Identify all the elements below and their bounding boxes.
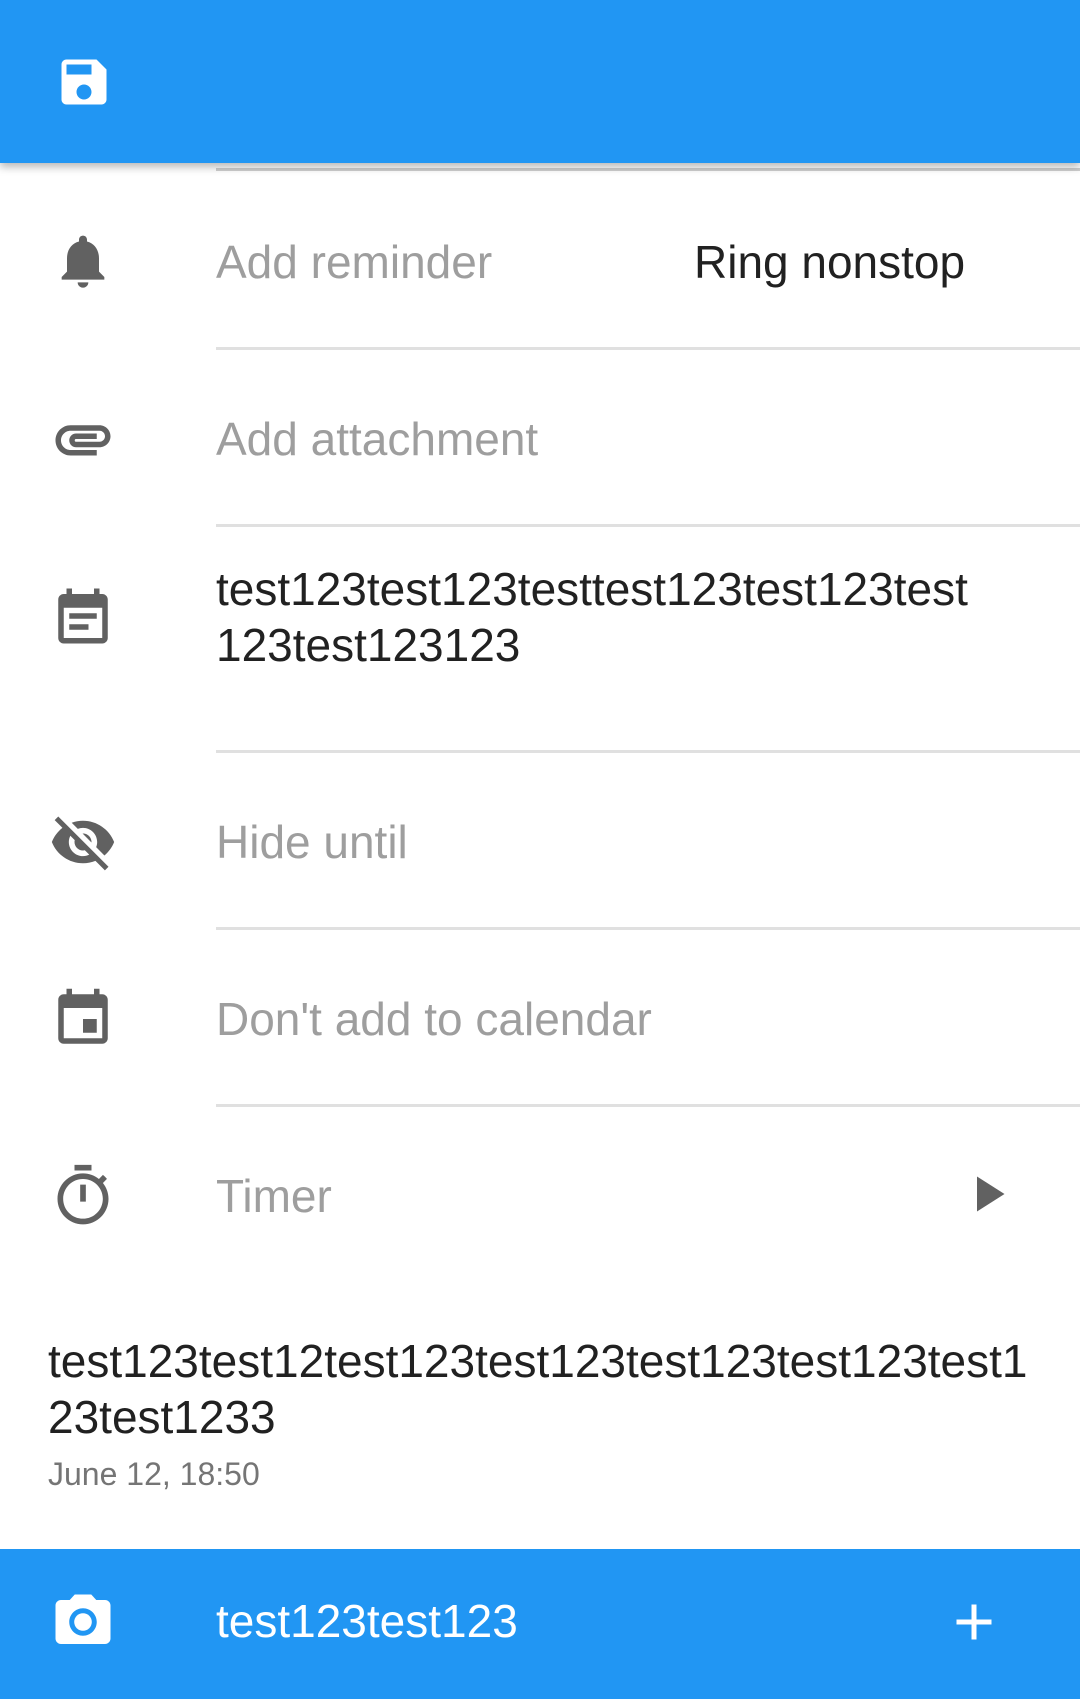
attachment-row[interactable]: Add attachment xyxy=(0,350,1080,527)
play-icon xyxy=(957,1164,1017,1229)
timer-label[interactable]: Timer xyxy=(216,1169,332,1223)
bell-icon xyxy=(47,225,119,297)
calendar-row[interactable]: Don't add to calendar xyxy=(0,930,1080,1107)
reminder-mode-selector[interactable]: Ring nonstop xyxy=(694,235,965,289)
description-row[interactable]: test123test123testtest123test123test123t… xyxy=(0,527,1080,753)
camera-button[interactable] xyxy=(47,1588,119,1660)
calendar-icon xyxy=(47,983,119,1055)
calendar-label[interactable]: Don't add to calendar xyxy=(216,992,652,1046)
timer-play-button[interactable] xyxy=(951,1160,1023,1232)
reminder-row[interactable]: Add reminder Ring nonstop xyxy=(0,173,1080,350)
add-comment-button[interactable] xyxy=(938,1588,1010,1660)
hide-until-label[interactable]: Hide until xyxy=(216,815,408,869)
add-reminder-label[interactable]: Add reminder xyxy=(216,235,492,289)
comment-timestamp: June 12, 18:50 xyxy=(48,1456,260,1492)
plus-icon xyxy=(944,1592,1004,1657)
paperclip-icon xyxy=(47,403,119,475)
stopwatch-icon xyxy=(47,1160,119,1232)
divider xyxy=(216,168,1080,171)
description-text[interactable]: test123test123testtest123test123test123t… xyxy=(216,561,976,673)
notes-icon xyxy=(47,580,119,652)
add-attachment-label[interactable]: Add attachment xyxy=(216,412,538,466)
save-icon xyxy=(54,52,114,117)
top-app-bar xyxy=(0,0,1080,163)
comment-input[interactable]: test123test123 xyxy=(216,1594,518,1648)
task-edit-content[interactable]: Add reminder Ring nonstop Add attachment… xyxy=(0,163,1080,1549)
hide-until-row[interactable]: Hide until xyxy=(0,753,1080,930)
eye-off-icon xyxy=(47,806,119,878)
comment-text: test123test12test123test123test123test12… xyxy=(48,1335,1028,1443)
save-button[interactable] xyxy=(36,36,132,132)
comment-bar: test123test123 xyxy=(0,1549,1080,1699)
timer-row[interactable]: Timer xyxy=(0,1107,1080,1284)
camera-icon xyxy=(50,1589,116,1660)
